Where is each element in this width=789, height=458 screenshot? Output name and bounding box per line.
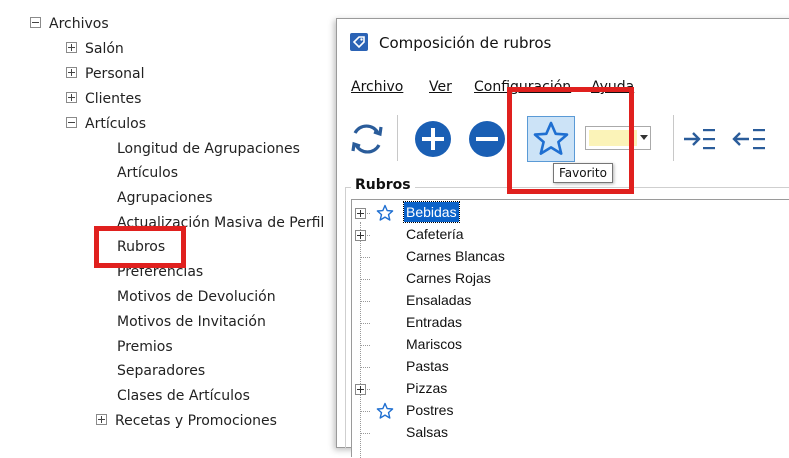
title-bar: Composición de rubros — [337, 19, 789, 71]
tree-connector — [360, 345, 370, 346]
rubro-label: Cafetería — [406, 226, 464, 242]
rubro-row[interactable]: Salsas — [352, 422, 789, 444]
tree-node-personal[interactable]: Personal — [66, 63, 145, 85]
tree-connector — [360, 367, 370, 368]
expand-icon[interactable] — [66, 67, 77, 78]
tree-connector — [360, 279, 370, 280]
rubro-label: Salsas — [406, 424, 449, 440]
rubro-label: Postres — [406, 402, 454, 418]
tree-node-clientes[interactable]: Clientes — [66, 88, 141, 110]
rubro-label: Bebidas — [403, 201, 460, 223]
rubro-label: Pastas — [406, 358, 449, 374]
star-icon — [376, 204, 394, 222]
rubro-row[interactable]: Carnes Blancas — [352, 246, 789, 268]
rubros-tree-list[interactable]: Bebidas Cafetería Carnes Blancas Carnes Roj… — [351, 199, 789, 458]
rubro-row[interactable]: Carnes Rojas — [352, 268, 789, 290]
tree-node-label: Archivos — [49, 16, 109, 32]
dialog-title: Composición de rubros — [379, 34, 552, 52]
tree-item-motivos-invitacion[interactable]: Motivos de Invitación — [117, 311, 266, 333]
rubro-row[interactable]: Entradas — [352, 312, 789, 334]
expand-icon[interactable] — [66, 42, 77, 53]
plus-circle-icon[interactable] — [413, 119, 453, 159]
refresh-icon[interactable] — [347, 119, 387, 159]
minus-circle-icon[interactable] — [467, 119, 507, 159]
rubro-row[interactable]: Pastas — [352, 356, 789, 378]
rubro-row[interactable]: Bebidas — [352, 201, 789, 224]
tree-connector — [360, 301, 370, 302]
tree-item-separadores[interactable]: Separadores — [117, 360, 205, 382]
tree-node-salon[interactable]: Salón — [66, 38, 124, 60]
expand-icon[interactable] — [355, 208, 366, 219]
expand-icon[interactable] — [355, 384, 366, 395]
menu-archivo[interactable]: Archivo — [351, 79, 403, 95]
highlight-box-rubros — [94, 226, 186, 268]
rubro-row[interactable]: Postres — [352, 400, 789, 422]
menu-ver[interactable]: Ver — [429, 79, 452, 95]
tree-node-label: Clientes — [85, 91, 142, 107]
tree-item-motivos-devolucion[interactable]: Motivos de Devolución — [117, 286, 276, 308]
tree-connector — [360, 433, 370, 434]
rubro-row[interactable]: Cafetería — [352, 224, 789, 246]
toolbar-separator — [397, 115, 398, 161]
tree-connector — [360, 411, 370, 412]
rubro-label: Mariscos — [406, 336, 463, 352]
tree-item-clases-articulos[interactable]: Clases de Artículos — [117, 385, 250, 407]
rubros-group-label: Rubros — [351, 177, 415, 193]
indent-icon[interactable] — [681, 119, 721, 159]
tree-node-label: Recetas y Promociones — [115, 413, 277, 429]
highlight-box-favorite — [507, 87, 634, 194]
toolbar-separator — [673, 115, 674, 161]
chevron-down-icon — [640, 135, 648, 140]
tree-node-articulos[interactable]: Artículos — [66, 113, 146, 135]
collapse-icon[interactable] — [66, 117, 77, 128]
collapse-icon[interactable] — [30, 17, 41, 28]
outdent-icon[interactable] — [729, 119, 769, 159]
rubro-label: Pizzas — [406, 380, 448, 396]
tree-node-archivos[interactable]: Archivos — [30, 13, 109, 35]
expand-icon[interactable] — [355, 230, 366, 241]
rubro-row[interactable]: Mariscos — [352, 334, 789, 356]
rubro-row[interactable]: Pizzas — [352, 378, 789, 400]
tree-item-articulos[interactable]: Artículos — [117, 162, 178, 184]
tree-node-recetas-promociones[interactable]: Recetas y Promociones — [96, 410, 277, 432]
tree-item-agrupaciones[interactable]: Agrupaciones — [117, 187, 213, 209]
expand-icon[interactable] — [96, 414, 107, 425]
tree-node-label: Personal — [85, 66, 145, 82]
rubro-label: Carnes Rojas — [406, 270, 491, 286]
expand-icon[interactable] — [66, 92, 77, 103]
composicion-rubros-dialog: Composición de rubros Archivo Ver Config… — [336, 18, 789, 458]
tag-icon — [350, 33, 368, 51]
rubro-label: Carnes Blancas — [406, 248, 505, 264]
tree-node-label: Salón — [85, 41, 124, 57]
tree-item-longitud-agrupaciones[interactable]: Longitud de Agrupaciones — [117, 138, 300, 160]
rubro-label: Ensaladas — [406, 292, 472, 308]
tree-connector — [360, 257, 370, 258]
tree-node-label: Artículos — [85, 116, 147, 132]
star-icon — [376, 402, 394, 420]
rubro-row[interactable]: Ensaladas — [352, 290, 789, 312]
tree-connector — [360, 323, 370, 324]
tree-item-premios[interactable]: Premios — [117, 336, 173, 358]
rubro-label: Entradas — [406, 314, 463, 330]
